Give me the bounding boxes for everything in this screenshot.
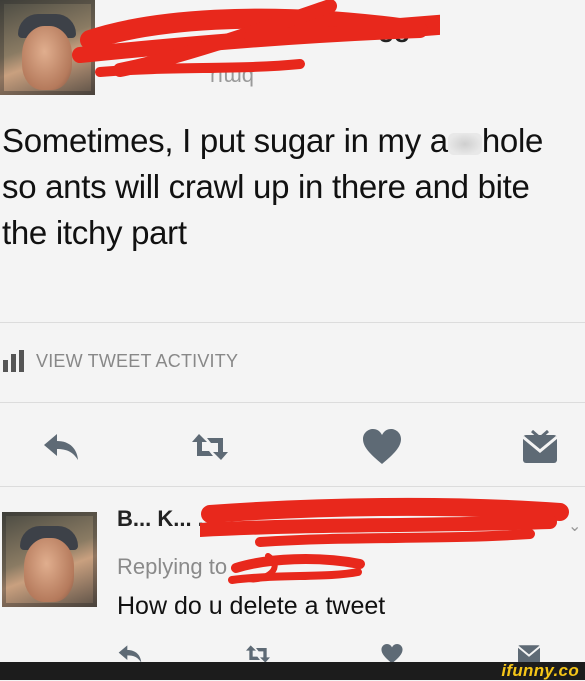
divider-actions-top bbox=[0, 402, 585, 403]
retweet-button[interactable] bbox=[185, 425, 235, 469]
censor-blur bbox=[447, 133, 482, 155]
author-handle-fragment: ɾıɯq bbox=[210, 62, 254, 87]
reply-reply-button[interactable] bbox=[112, 644, 148, 664]
view-tweet-activity-link[interactable]: VIEW TWEET ACTIVITY bbox=[2, 350, 238, 372]
view-tweet-activity-label: VIEW TWEET ACTIVITY bbox=[36, 350, 239, 371]
tweet-text: Sometimes, I put sugar in my a hole so an… bbox=[2, 118, 582, 256]
like-icon bbox=[381, 644, 403, 664]
divider-activity-top bbox=[0, 322, 585, 323]
avatar-frame bbox=[0, 0, 95, 95]
author-name-fragment: ᴗᴗ bbox=[378, 18, 410, 48]
divider-reply-top bbox=[0, 486, 585, 487]
avatar-frame bbox=[2, 512, 97, 607]
reply-author-avatar[interactable] bbox=[2, 512, 97, 607]
author-avatar[interactable] bbox=[0, 0, 95, 95]
replying-to: Replying to bbox=[117, 554, 227, 580]
ifunny-watermark: ifunny.co bbox=[501, 661, 579, 680]
redaction-scribble-mention bbox=[228, 553, 365, 584]
reply-author-name-fragment: B... K... ... bbox=[117, 506, 217, 531]
reply-like-button[interactable] bbox=[374, 644, 410, 664]
reply-button[interactable] bbox=[36, 425, 86, 469]
message-icon bbox=[522, 430, 558, 463]
watermark-bar: ifunny.co bbox=[0, 661, 585, 680]
replying-to-label: Replying to bbox=[117, 554, 228, 579]
tweet-text-start: Sometimes, I put sugar in my a bbox=[2, 122, 448, 159]
reply-icon bbox=[118, 645, 142, 663]
like-icon bbox=[363, 429, 401, 464]
bar-chart-icon bbox=[3, 350, 24, 372]
reply-caret-icon[interactable]: ⌄ bbox=[568, 516, 581, 536]
reply-icon bbox=[44, 434, 78, 460]
reply-tweet-text: How do u delete a tweet bbox=[117, 592, 386, 620]
retweet-icon bbox=[246, 645, 270, 663]
redaction-scribble-reply-author bbox=[200, 497, 569, 547]
retweet-icon bbox=[192, 434, 228, 460]
like-button[interactable] bbox=[357, 424, 407, 470]
direct-message-button[interactable] bbox=[517, 425, 563, 469]
reply-retweet-button[interactable] bbox=[240, 644, 276, 664]
